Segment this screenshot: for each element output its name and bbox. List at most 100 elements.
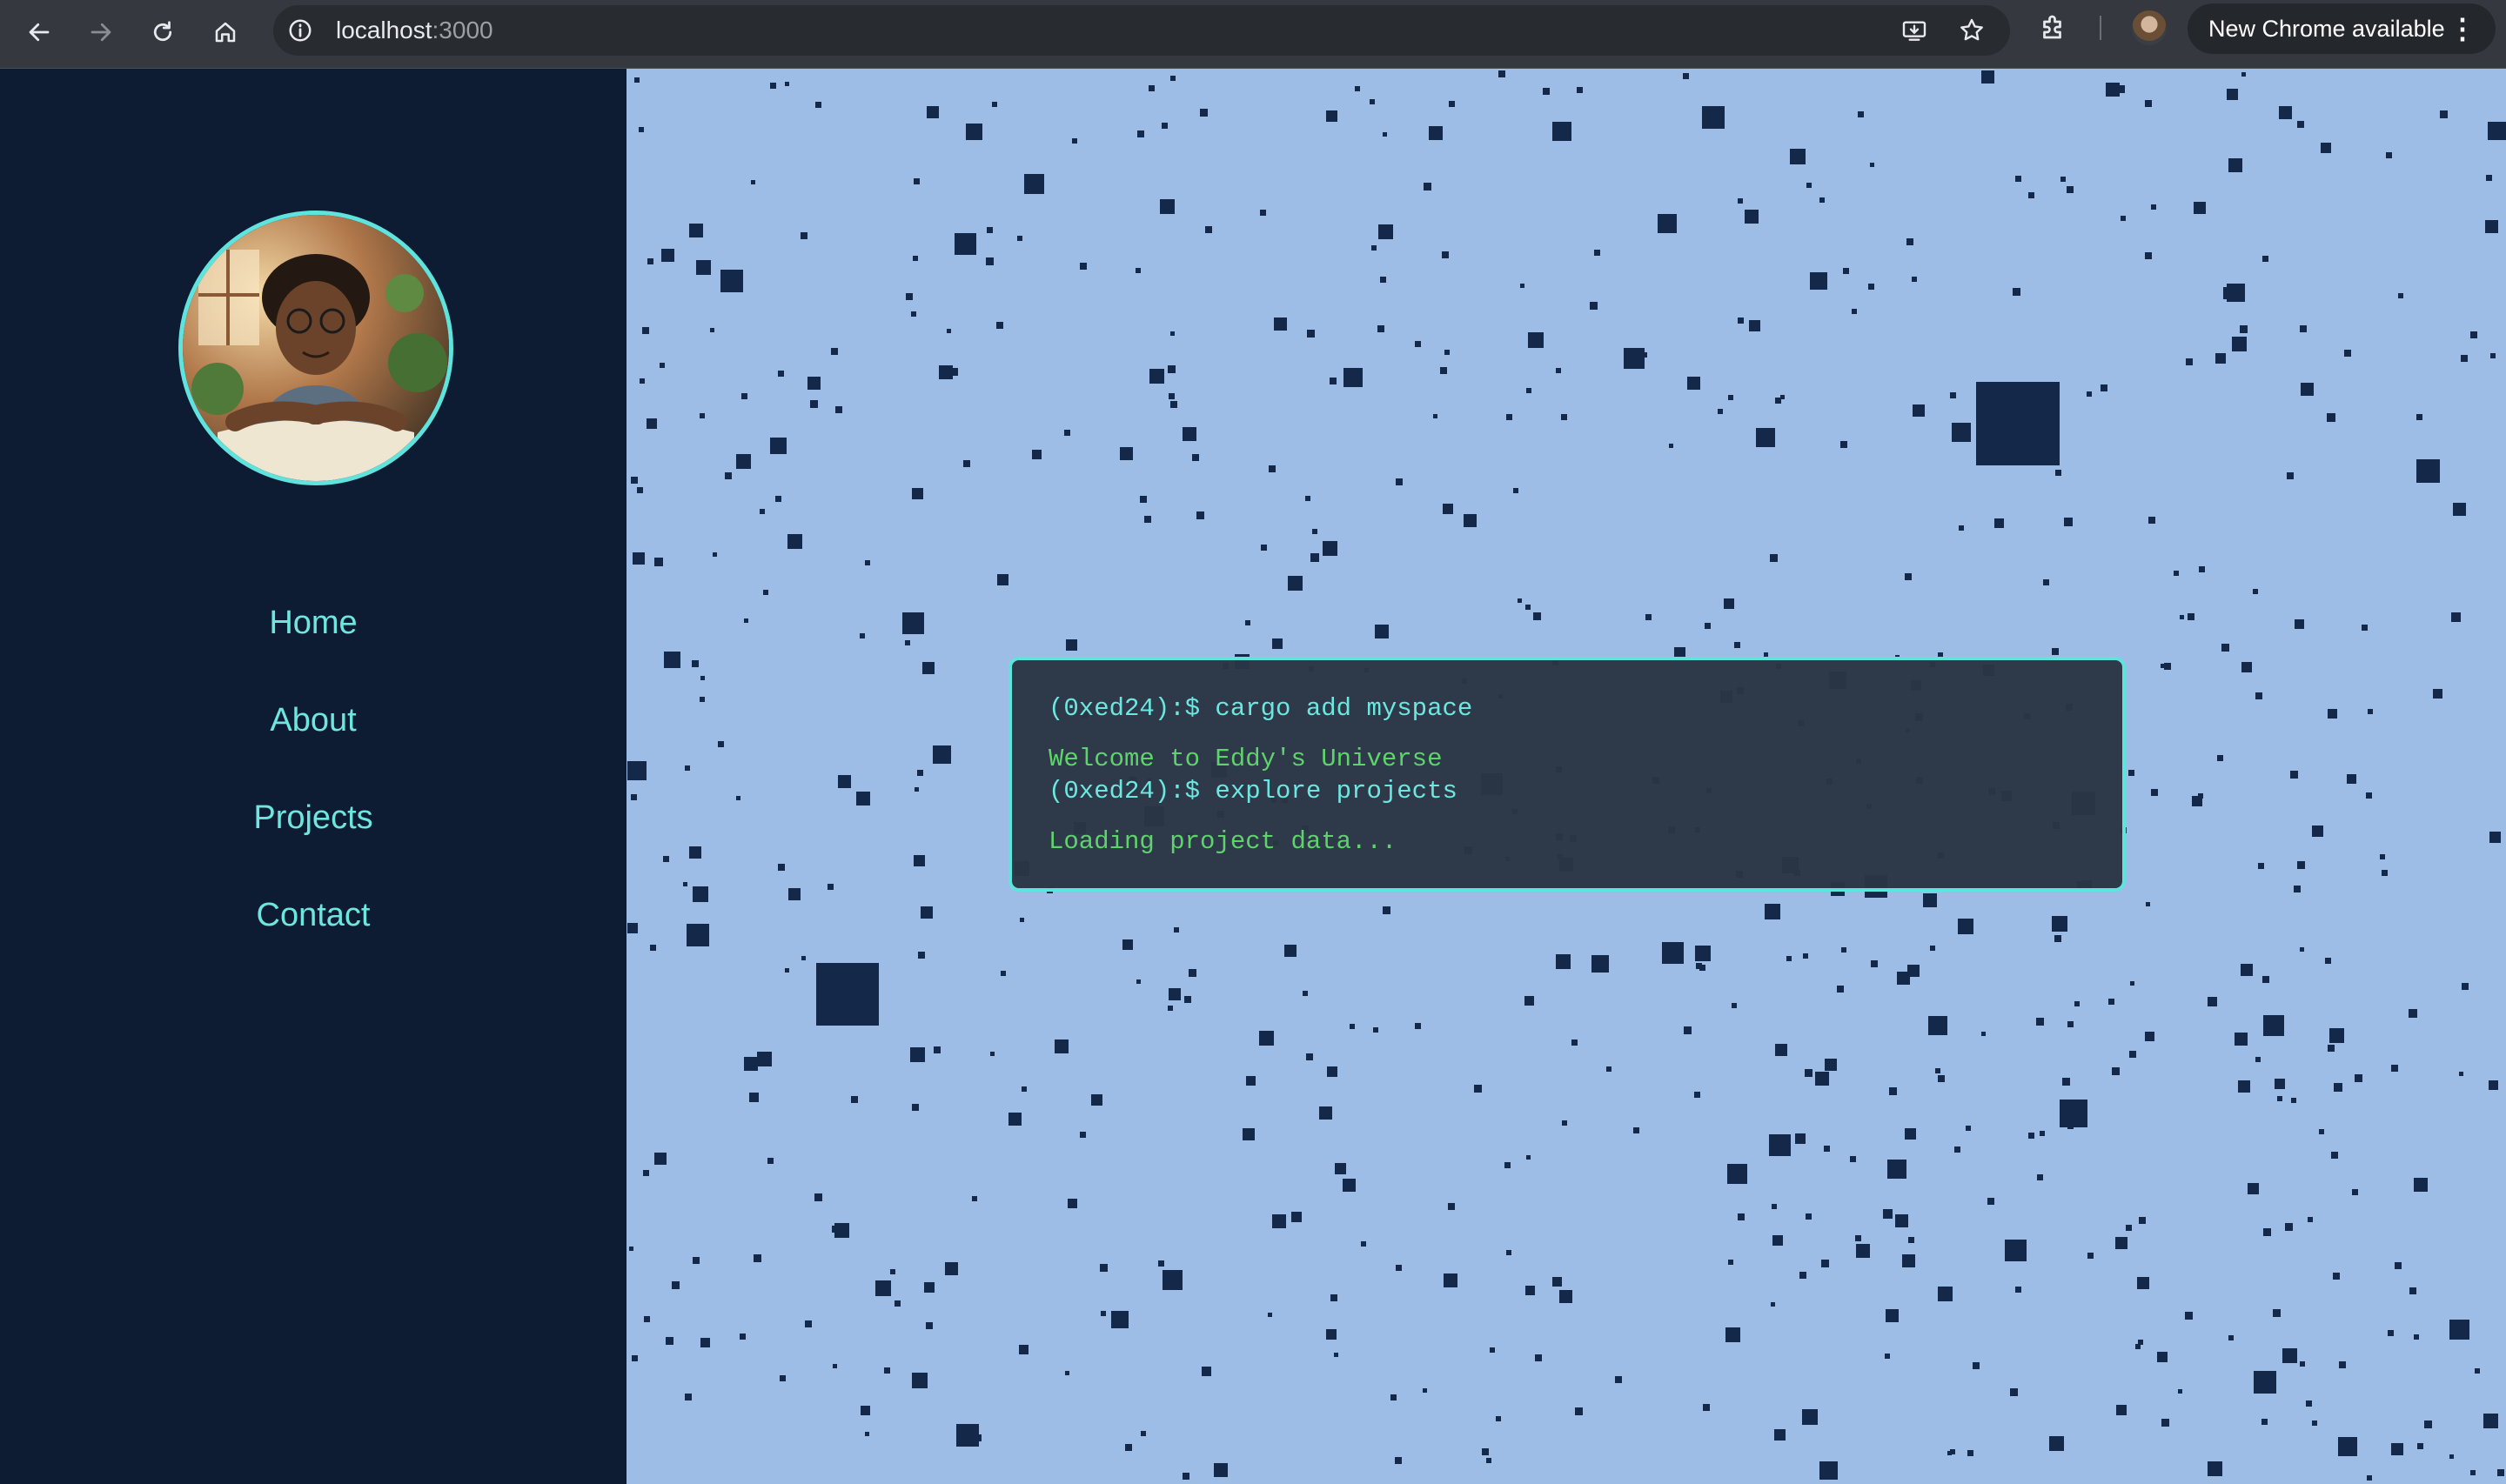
particle: [643, 1170, 649, 1176]
particle: [1474, 1085, 1482, 1093]
particle: [2301, 383, 2314, 396]
particle: [2308, 1217, 2313, 1222]
particle: [1080, 1132, 1086, 1138]
particle: [1214, 1463, 1228, 1477]
particle: [856, 792, 870, 806]
particle: [2380, 854, 2385, 859]
particle: [1959, 525, 1964, 531]
home-icon[interactable]: [204, 10, 247, 54]
particle: [992, 102, 997, 107]
particle: [1734, 642, 1740, 648]
particle: [1897, 972, 1910, 985]
particle: [1261, 545, 1267, 551]
particle: [1184, 996, 1191, 1003]
particle: [2101, 384, 2107, 391]
particle: [1840, 441, 1847, 448]
site-info-icon[interactable]: [287, 17, 313, 43]
particle: [2138, 1340, 2143, 1345]
url-text[interactable]: localhost:3000: [336, 17, 493, 43]
particle: [1377, 325, 1384, 332]
particle: [767, 1158, 774, 1164]
nav-about-link[interactable]: About: [0, 700, 626, 740]
menu-kebab-icon[interactable]: ⋮: [2449, 3, 2476, 54]
bookmark-star-icon[interactable]: [1958, 17, 1986, 44]
particle: [631, 477, 638, 484]
particle: [2062, 1078, 2070, 1086]
particle: [666, 1337, 673, 1345]
nav-projects-link[interactable]: Projects: [0, 798, 626, 838]
particle: [2040, 1131, 2045, 1136]
particle: [2488, 122, 2506, 140]
particle: [760, 509, 765, 514]
particle: [1440, 367, 1447, 374]
particle: [1556, 954, 1571, 969]
particle: [713, 552, 717, 557]
particle: [660, 363, 665, 368]
particle: [1373, 1027, 1378, 1033]
particle: [2217, 755, 2223, 761]
particle: [2388, 1330, 2394, 1336]
particle: [1765, 904, 1780, 919]
particle: [725, 472, 732, 479]
particle: [2282, 1348, 2297, 1363]
particle: [1524, 996, 1534, 1006]
reload-icon[interactable]: [141, 10, 184, 54]
particle: [1850, 1156, 1856, 1162]
particle: [1821, 1260, 1829, 1267]
particle: [1149, 85, 1155, 91]
particle: [1444, 1273, 1457, 1287]
particle: [2368, 709, 2373, 714]
particle: [1696, 963, 1702, 969]
particle: [2074, 1001, 2080, 1006]
address-bar[interactable]: localhost:3000: [273, 5, 2010, 56]
particle: [2148, 517, 2155, 524]
particle: [1624, 348, 1645, 369]
particle: [741, 393, 747, 399]
particle: [689, 846, 701, 859]
particle: [1160, 199, 1175, 214]
particle: [1323, 541, 1337, 556]
particle: [914, 855, 925, 866]
update-chrome-button[interactable]: New Chrome available ⋮: [2188, 3, 2496, 54]
particle: [1448, 1203, 1455, 1210]
particle: [1952, 423, 1971, 442]
particle: [736, 454, 751, 469]
particle: [1168, 365, 1176, 373]
particle: [2475, 1368, 2480, 1374]
particle: [1442, 251, 1449, 258]
nav-contact-link[interactable]: Contact: [0, 895, 626, 935]
particle: [2287, 472, 2294, 479]
particle: [2398, 293, 2403, 298]
particle: [1938, 1075, 1945, 1082]
particle: [1552, 1277, 1562, 1287]
particle: [2215, 353, 2226, 364]
particle-large: [2060, 1100, 2087, 1127]
particle: [1162, 123, 1168, 129]
particle: [2339, 1361, 2346, 1368]
particle: [2139, 1217, 2146, 1224]
particle: [632, 1355, 638, 1361]
particle: [2331, 1152, 2338, 1159]
particle: [2297, 861, 2305, 869]
extensions-icon[interactable]: [2038, 11, 2069, 43]
particle: [2382, 870, 2388, 876]
particle: [2462, 983, 2469, 990]
particle: [1189, 969, 1196, 977]
particle: [2248, 1183, 2259, 1194]
particle: [2355, 1074, 2362, 1082]
nav-home-link[interactable]: Home: [0, 603, 626, 643]
particle: [990, 1052, 995, 1056]
particle: [1905, 1128, 1916, 1140]
profile-avatar[interactable]: [2132, 10, 2167, 45]
particle: [2112, 1067, 2120, 1075]
particle: [801, 956, 806, 960]
forward-arrow-icon[interactable]: [79, 10, 123, 54]
particle: [921, 906, 933, 919]
install-app-icon[interactable]: [1900, 17, 1928, 44]
particle: [934, 1046, 941, 1053]
particle: [884, 1367, 890, 1374]
particle: [2146, 902, 2150, 906]
particle: [1973, 1362, 1980, 1369]
particle: [2327, 413, 2335, 422]
back-arrow-icon[interactable]: [17, 10, 61, 54]
